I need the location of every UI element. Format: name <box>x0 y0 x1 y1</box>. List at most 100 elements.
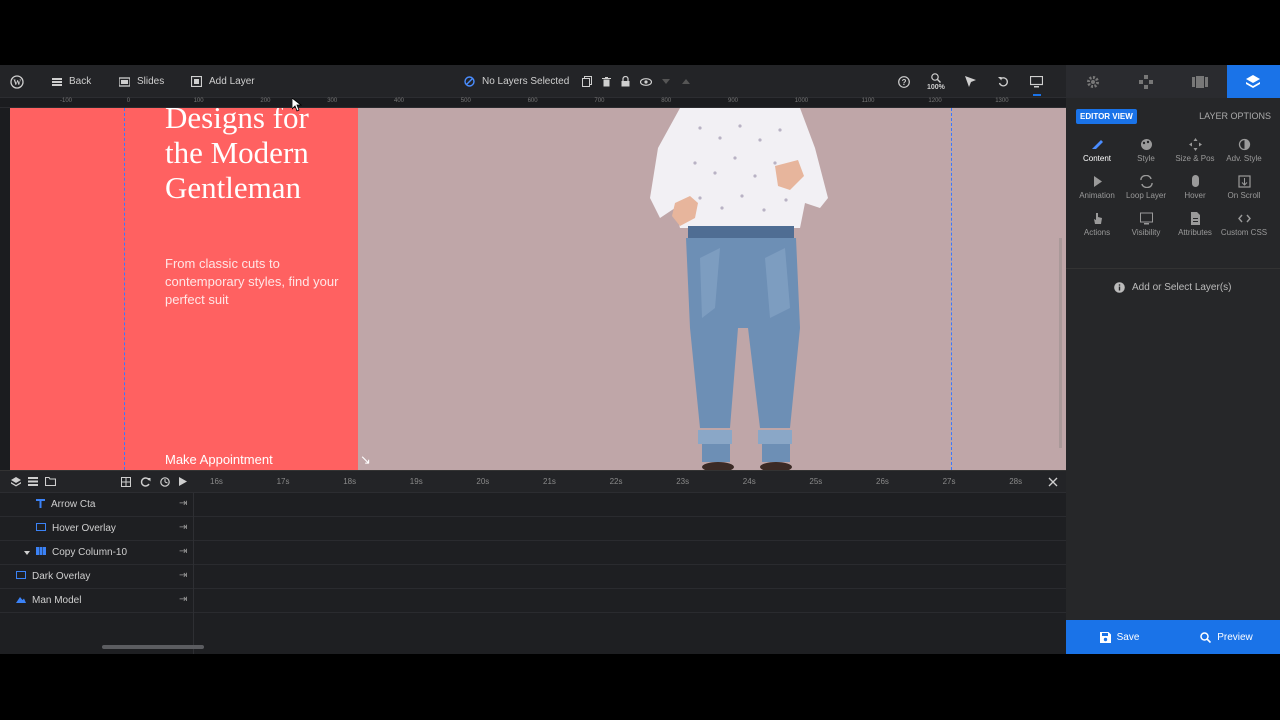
tab-settings[interactable] <box>1066 65 1120 98</box>
layer-pin-icon[interactable]: ⇥ <box>179 570 187 581</box>
expand-caret-icon[interactable] <box>24 547 30 558</box>
folder-button[interactable] <box>45 471 56 492</box>
timeline-layer-row[interactable]: Dark Overlay ⇥ <box>0 565 1066 589</box>
select-tool-button[interactable] <box>965 65 976 98</box>
loop-icon <box>140 476 151 487</box>
option-label: Style <box>1137 154 1155 163</box>
add-layer-icon <box>191 76 202 87</box>
make-appointment-cta[interactable]: Make Appointment <box>165 452 273 467</box>
option-loop-layer[interactable]: Loop Layer <box>1121 174 1171 200</box>
layer-name: Hover Overlay <box>0 523 116 534</box>
timeline-tick: 17s <box>276 477 290 486</box>
option-on-scroll[interactable]: On Scroll <box>1219 175 1269 200</box>
close-timeline-button[interactable] <box>1048 471 1058 492</box>
code-icon <box>1238 212 1251 224</box>
play-button[interactable] <box>179 471 187 492</box>
option-hover[interactable]: Hover <box>1170 175 1220 200</box>
layer-down-button[interactable] <box>662 65 670 98</box>
layer-options-panel: EDITOR VIEW LAYER OPTIONS Content Style Si… <box>1066 98 1280 620</box>
preview-button[interactable]: Preview <box>1173 620 1280 654</box>
layer-label: Man Model <box>32 595 82 606</box>
ruler-tick: 1200 <box>928 98 942 104</box>
search-icon <box>1200 631 1212 643</box>
option-label: Loop Layer <box>1125 191 1167 200</box>
option-size-pos[interactable]: Size & Pos <box>1170 138 1220 163</box>
layer-name: Copy Column-10 <box>0 547 127 558</box>
desktop-icon <box>1030 75 1043 87</box>
ruler-tick: 500 <box>460 98 471 104</box>
layer-pin-icon[interactable]: ⇥ <box>179 546 187 557</box>
layer-pin-icon[interactable]: ⇥ <box>179 522 187 533</box>
zoom-label: 100% <box>927 83 945 91</box>
wordpress-icon: W <box>10 74 24 89</box>
timeline-tick: 18s <box>343 477 357 486</box>
headline-line-1: Designs for <box>165 108 309 135</box>
option-style[interactable]: Style <box>1121 138 1171 163</box>
tab-navigation[interactable] <box>1120 65 1174 98</box>
timeline-layer-row[interactable]: Arrow Cta ⇥ <box>0 493 1066 517</box>
grid-snap-button[interactable] <box>121 471 131 492</box>
back-button[interactable]: Back <box>52 65 91 98</box>
zoom-control[interactable]: 100% <box>927 65 945 98</box>
undo-button[interactable] <box>998 65 1009 98</box>
ruler-tick: 800 <box>661 98 672 104</box>
option-adv-style[interactable]: Adv. Style <box>1219 138 1269 163</box>
layer-up-button[interactable] <box>682 65 690 98</box>
help-button[interactable]: ? <box>898 65 910 98</box>
slide-canvas[interactable]: Designs for the Modern Gentleman From cl… <box>10 108 1066 470</box>
add-layer-button[interactable]: Add Layer <box>191 65 255 98</box>
option-content[interactable]: Content <box>1072 138 1122 163</box>
option-attributes[interactable]: Attributes <box>1170 212 1220 237</box>
timeline-layer-row[interactable]: Hover Overlay ⇥ <box>0 517 1066 541</box>
layer-label: Hover Overlay <box>52 523 116 534</box>
layer-name: Arrow Cta <box>0 498 95 511</box>
speed-button[interactable] <box>160 471 170 492</box>
ruler-tick: 100 <box>193 98 204 104</box>
slide-headline[interactable]: Designs for the Modern Gentleman <box>165 108 365 205</box>
tab-slides[interactable] <box>1173 65 1227 98</box>
gear-icon <box>1086 75 1099 88</box>
layers-toggle-button[interactable] <box>11 471 21 492</box>
man-model-image[interactable] <box>640 108 840 470</box>
tab-layers[interactable] <box>1226 65 1280 98</box>
selection-status-label: No Layers Selected <box>482 76 570 87</box>
editor-view-button[interactable]: EDITOR VIEW <box>1076 109 1137 124</box>
layer-pin-icon[interactable]: ⇥ <box>179 594 187 605</box>
timeline-divider <box>193 493 194 654</box>
option-animation[interactable]: Animation <box>1072 175 1122 200</box>
option-label: Content <box>1082 154 1112 163</box>
option-custom-css[interactable]: Custom CSS <box>1219 212 1269 237</box>
timeline-scrollbar[interactable] <box>102 645 204 649</box>
layer-name: Man Model <box>0 595 81 606</box>
timeline-layer-row[interactable]: Man Model ⇥ <box>0 589 1066 613</box>
options-grid: Content Style Size & Pos Adv. Style Animatio… <box>1072 138 1272 260</box>
column-icon <box>36 547 46 558</box>
wordpress-logo-button[interactable]: W <box>10 65 24 98</box>
headline-line-2: the Modern <box>165 135 309 170</box>
visibility-button[interactable] <box>640 65 652 98</box>
layer-pin-icon[interactable]: ⇥ <box>179 498 187 509</box>
option-label: Adv. Style <box>1226 154 1262 163</box>
slides-label: Slides <box>137 76 165 87</box>
left-guide-line <box>124 108 125 470</box>
list-view-button[interactable] <box>28 471 38 492</box>
slides-icon <box>1191 75 1208 88</box>
canvas-scrollbar[interactable] <box>1059 238 1062 448</box>
delete-button[interactable] <box>602 65 611 98</box>
caret-up-icon <box>682 79 690 84</box>
option-actions[interactable]: Actions <box>1072 212 1122 237</box>
option-visibility[interactable]: Visibility <box>1121 212 1171 237</box>
loop-button[interactable] <box>140 471 151 492</box>
save-button[interactable]: Save <box>1066 620 1173 654</box>
ruler-tick: 1300 <box>995 98 1009 104</box>
lock-button[interactable] <box>621 65 630 98</box>
timeline-layer-row[interactable]: Copy Column-10 ⇥ <box>0 541 1066 565</box>
vertical-ruler <box>0 108 10 470</box>
ruler-tick: 900 <box>728 98 739 104</box>
slides-button[interactable]: Slides <box>119 65 164 98</box>
timeline-tick: 19s <box>409 477 423 486</box>
duplicate-button[interactable] <box>582 65 592 98</box>
palette-icon <box>1140 138 1152 150</box>
slide-subtext[interactable]: From classic cuts to contemporary styles… <box>165 255 360 309</box>
arrow-cta[interactable]: ↘ <box>360 452 371 468</box>
